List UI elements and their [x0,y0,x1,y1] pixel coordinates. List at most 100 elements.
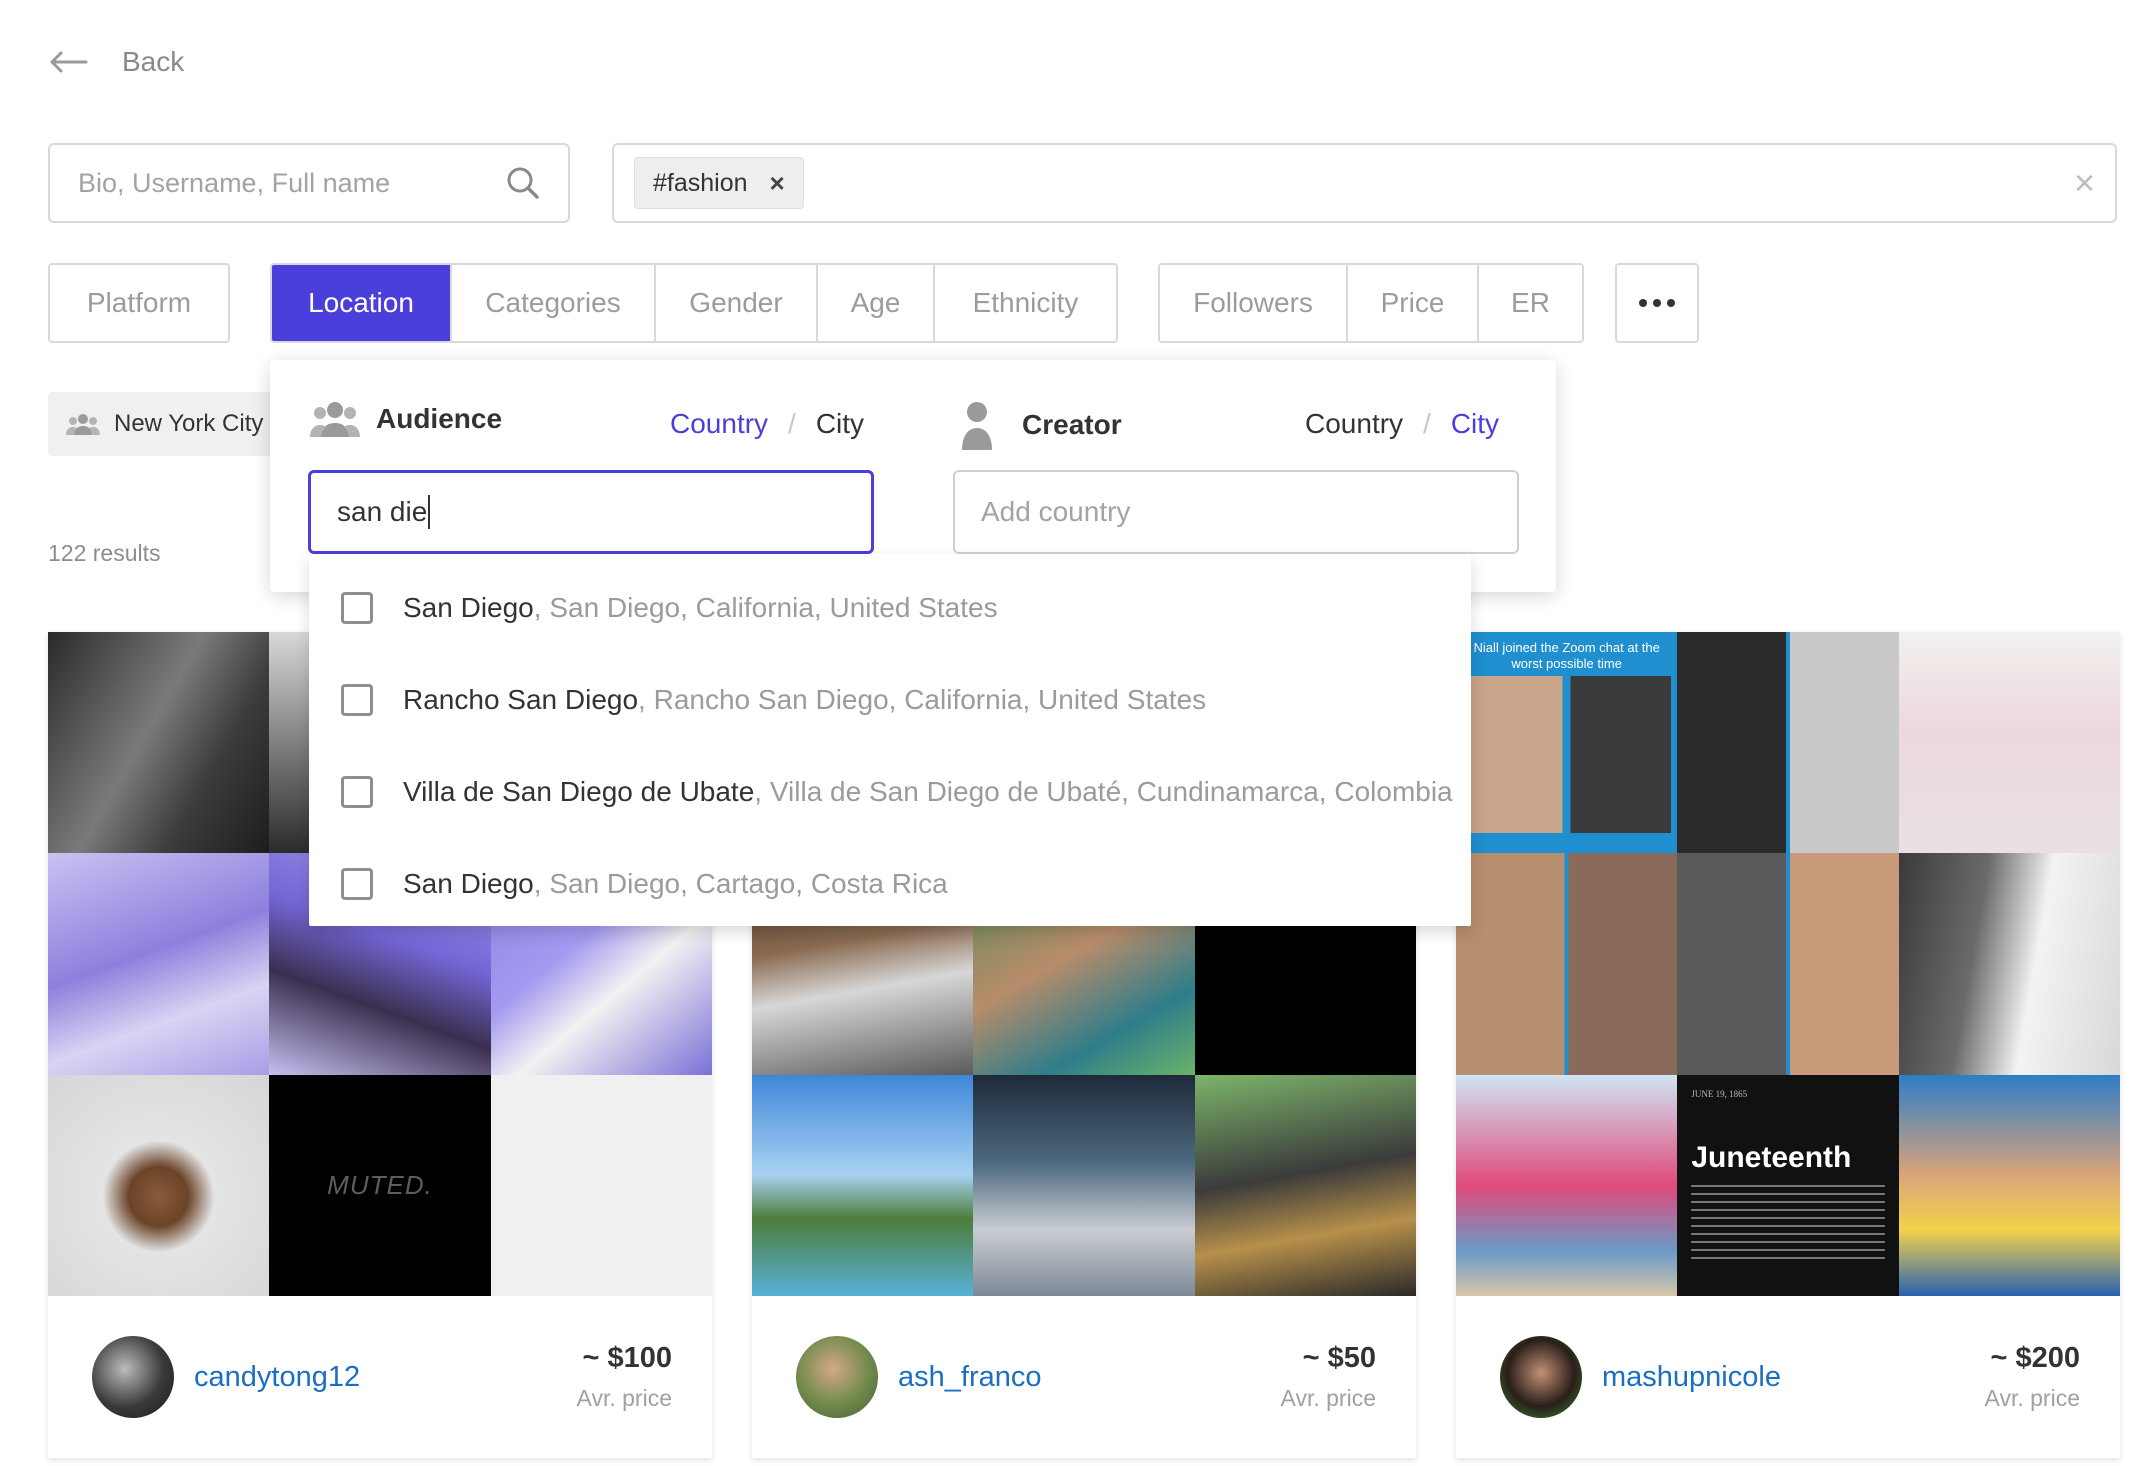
checkbox[interactable] [341,868,373,900]
post-thumbnail[interactable]: JUNE 19, 1865 Juneteenth [1677,1074,1899,1296]
ellipsis-icon [1639,299,1647,307]
audience-scope-toggle: Country / City [670,408,865,440]
price-block: ~ $50 Avr. price [1281,1342,1376,1412]
creator-country-input[interactable] [953,470,1519,554]
suggestion-detail: , Rancho San Diego, California, United S… [638,684,1207,715]
filter-group-profile: Location Categories Gender Age Ethnicity [270,263,1118,343]
avatar[interactable] [796,1336,878,1418]
post-thumbnail[interactable] [1677,632,1899,854]
filter-age[interactable]: Age [818,265,935,341]
audience-title: Audience [376,403,503,434]
filter-gender[interactable]: Gender [656,265,818,341]
audience-city-option[interactable]: City [816,408,864,440]
arrow-left-icon [50,51,88,73]
juneteenth-title: Juneteenth [1691,1140,1852,1174]
filter-ethnicity[interactable]: Ethnicity [935,265,1116,341]
checkbox[interactable] [341,684,373,716]
price-block: ~ $200 Avr. price [1985,1342,2080,1412]
close-icon[interactable]: × [770,168,785,199]
avg-price: ~ $50 [1302,1342,1376,1374]
text-caret [428,495,431,529]
post-thumbnail[interactable]: MUTED. [269,1074,491,1296]
post-thumbnail[interactable] [1898,1074,2120,1296]
filter-group-platform: Platform [48,263,230,343]
audience-location-input[interactable]: san die [308,470,874,554]
avg-price-label: Avr. price [1280,1385,1376,1411]
avg-price: ~ $200 [1990,1342,2080,1374]
clear-tags-icon[interactable]: × [2074,162,2095,204]
avg-price: ~ $100 [582,1342,672,1374]
audience-country-option[interactable]: Country [670,408,768,440]
creator-card[interactable]: Niall joined the Zoom chat at the worst … [1456,632,2120,1458]
checkbox[interactable] [341,776,373,808]
muted-text: MUTED. [327,1169,433,1200]
post-thumbnail[interactable] [1456,1074,1678,1296]
location-suggestions: San Diego, San Diego, California, United… [309,554,1471,926]
back-label: Back [122,46,185,77]
filter-platform[interactable]: Platform [50,265,228,341]
user-icon [962,402,992,450]
post-thumbnail[interactable] [1898,853,2120,1075]
suggestion-main: San Diego [403,592,534,623]
audience-header: Audience [310,400,502,438]
applied-chip-label: New York City [114,410,264,437]
suggestion-option[interactable]: Rancho San Diego, Rancho San Diego, Cali… [341,684,1206,716]
post-caption: Niall joined the Zoom chat at the worst … [1473,640,1660,671]
post-thumbnail[interactable] [48,1074,270,1296]
suggestion-option[interactable]: San Diego, San Diego, Cartago, Costa Ric… [341,868,948,900]
post-thumbnail[interactable] [973,1074,1195,1296]
suggestion-detail: , Villa de San Diego de Ubaté, Cundinama… [754,776,1453,807]
juneteenth-date: JUNE 19, 1865 [1691,1088,1748,1099]
back-link[interactable]: Back [48,46,184,78]
post-thumbnail[interactable]: Niall joined the Zoom chat at the worst … [1456,632,1678,854]
username-link[interactable]: candytong12 [194,1361,360,1394]
applied-location-chip[interactable]: New York City [48,392,288,456]
post-thumbnail[interactable] [48,853,270,1075]
avg-price-label: Avr. price [576,1385,672,1411]
users-icon [66,414,100,435]
post-thumbnail[interactable] [752,1074,974,1296]
filter-location[interactable]: Location [272,265,452,341]
username-link[interactable]: ash_franco [898,1361,1042,1394]
search-box [48,143,570,223]
post-thumbnail-empty [490,1074,712,1296]
suggestion-detail: , San Diego, California, United States [533,592,998,623]
suggestion-main: San Diego [403,868,534,899]
username-link[interactable]: mashupnicole [1602,1361,1781,1394]
search-input[interactable] [78,167,506,199]
price-block: ~ $100 Avr. price [577,1342,672,1412]
creator-country-option[interactable]: Country [1305,408,1403,440]
post-thumbnail[interactable] [48,632,270,854]
tag-chip: #fashion × [634,157,804,209]
post-grid: Niall joined the Zoom chat at the worst … [1456,632,2120,1296]
suggestion-main: Villa de San Diego de Ubate [403,776,755,807]
filter-price[interactable]: Price [1348,265,1479,341]
checkbox[interactable] [341,592,373,624]
filter-followers[interactable]: Followers [1160,265,1348,341]
tags-box[interactable]: #fashion × × [612,143,2117,223]
creator-header: Creator [960,400,1122,450]
creator-city-option[interactable]: City [1451,408,1499,440]
tag-label: #fashion [653,168,748,197]
post-thumbnail[interactable] [1677,853,1899,1075]
filter-categories[interactable]: Categories [452,265,656,341]
avg-price-label: Avr. price [1984,1385,2080,1411]
post-thumbnail[interactable] [1456,853,1678,1075]
filter-er[interactable]: ER [1479,265,1582,341]
creator-title: Creator [1022,409,1122,440]
audience-location-value: san die [337,496,428,527]
avatar[interactable] [1500,1336,1582,1418]
more-filters-button[interactable] [1615,263,1699,343]
filter-group-metrics: Followers Price ER [1158,263,1584,343]
suggestion-option[interactable]: San Diego, San Diego, California, United… [341,592,998,624]
post-thumbnail[interactable] [1898,632,2120,854]
search-icon[interactable] [506,166,540,200]
results-count: 122 results [48,540,161,566]
suggestion-main: Rancho San Diego [403,684,639,715]
suggestion-detail: , San Diego, Cartago, Costa Rica [533,868,948,899]
suggestion-option[interactable]: Villa de San Diego de Ubate, Villa de Sa… [341,776,1453,808]
card-footer: mashupnicole ~ $200 Avr. price [1456,1296,2120,1458]
avatar[interactable] [92,1336,174,1418]
creator-scope-toggle: Country / City [1305,408,1500,440]
post-thumbnail[interactable] [1194,1074,1416,1296]
